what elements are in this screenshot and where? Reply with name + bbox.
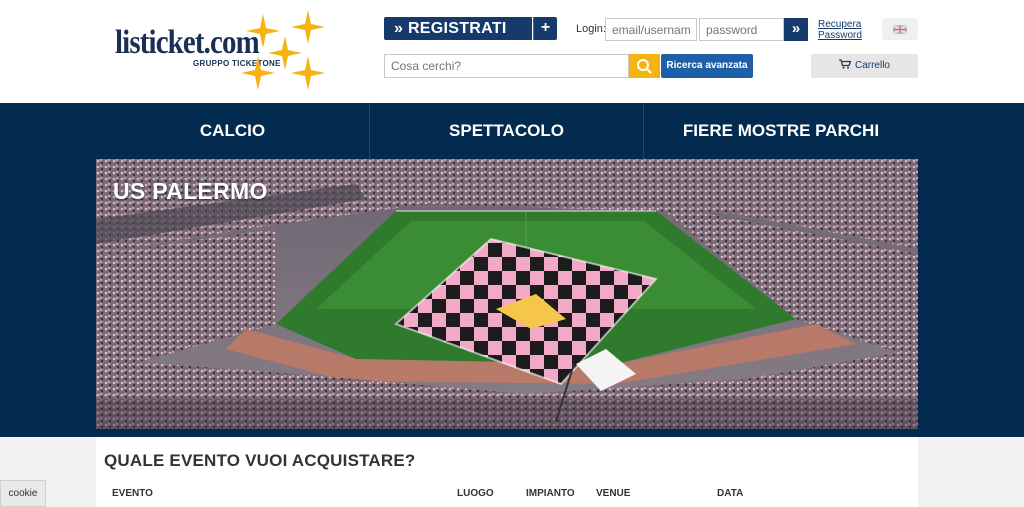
password-field[interactable] [699,18,784,41]
advanced-search-button[interactable]: Ricerca avanzata [661,54,753,78]
column-header-venue: VENUE [596,488,631,499]
nav-item-calcio[interactable]: CALCIO [96,103,369,159]
nav-item-spettacolo[interactable]: SPETTACOLO [370,103,643,159]
column-header-impianto: IMPIANTO [526,488,575,499]
login-submit-button[interactable]: » [784,18,808,41]
logo-stars-icon [241,10,325,90]
search-button[interactable] [629,54,660,78]
nav-item-fiere-mostre-parchi[interactable]: FIERE MOSTRE PARCHI [644,103,918,159]
email-field[interactable] [605,18,697,41]
login-label: Login: [576,23,606,35]
column-header-data: DATA [717,488,744,499]
search-icon [637,59,652,74]
search-input[interactable] [384,54,629,78]
cart-label: Carrello [854,60,890,71]
cookie-button[interactable]: cookie [0,480,46,507]
column-header-luogo: LUOGO [457,488,494,499]
cart-icon [838,59,852,69]
hero-title: US PALERMO [113,178,268,204]
section-title: QUALE EVENTO VUOI ACQUISTARE? [104,451,416,470]
column-header-evento: EVENTO [112,488,153,499]
listicket-logo[interactable]: listicket.com GRUPPO TICKETONE [113,10,333,96]
recover-line-1: Recupera [818,19,862,30]
recover-password-link[interactable]: Recupera Password [818,19,862,41]
content-panel [96,437,918,507]
register-plus-button[interactable]: + [533,17,557,40]
recover-line-2: Password [818,30,862,41]
site-header: listicket.com GRUPPO TICKETONE » REGISTR… [0,0,1024,103]
register-button[interactable]: » REGISTRATI [384,17,532,40]
uk-flag-icon [893,25,907,34]
main-nav: CALCIO SPETTACOLO FIERE MOSTRE PARCHI [0,103,1024,159]
cart-button[interactable]: Carrello [811,54,918,78]
language-selector[interactable] [882,18,918,40]
